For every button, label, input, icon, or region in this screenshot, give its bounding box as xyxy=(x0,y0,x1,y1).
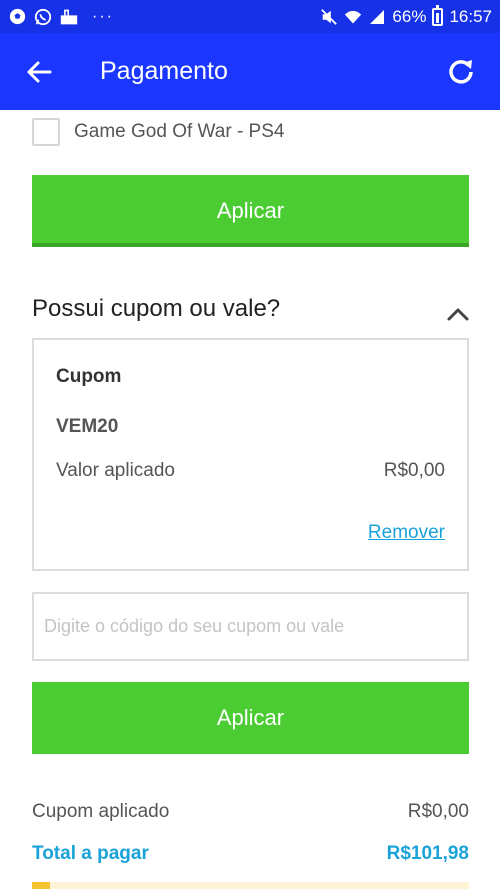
notice-banner-edge xyxy=(32,882,469,889)
arrow-left-icon xyxy=(27,61,52,83)
wifi-icon xyxy=(344,8,362,26)
apply-button[interactable]: Aplicar xyxy=(32,175,469,247)
collapse-button[interactable] xyxy=(446,305,470,323)
battery-percent: 66% xyxy=(392,6,427,26)
total-row: Total a pagar R$101,98 xyxy=(32,843,469,865)
remove-coupon-link[interactable]: Remover xyxy=(368,522,445,544)
more-dots-icon: ··· xyxy=(92,7,114,25)
total-value: R$101,98 xyxy=(386,843,469,864)
total-label: Total a pagar xyxy=(32,843,149,864)
app-bar: Pagamento xyxy=(0,33,500,110)
coupon-applied-value: R$0,00 xyxy=(407,801,469,822)
refresh-button[interactable] xyxy=(444,55,478,89)
whatsapp-icon xyxy=(34,8,52,26)
notification-icons: ··· xyxy=(8,8,114,26)
coupon-label: Cupom xyxy=(56,366,122,387)
battery-icon xyxy=(432,4,444,26)
applied-value-label: Valor aplicado xyxy=(56,460,176,481)
soccer-ball-icon xyxy=(8,8,26,26)
mute-icon xyxy=(320,8,338,26)
product-label: Game God Of War - PS4 xyxy=(74,121,285,142)
voicemail-icon xyxy=(60,8,78,26)
apply-coupon-button[interactable]: Aplicar xyxy=(32,682,469,754)
refresh-icon xyxy=(449,60,473,84)
applied-value: R$0,00 xyxy=(383,460,445,481)
product-option[interactable]: Game God Of War - PS4 xyxy=(32,118,284,146)
applied-coupon-card: Cupom VEM20 Valor aplicado R$0,00 Remove… xyxy=(32,338,469,571)
chevron-up-icon xyxy=(447,308,469,321)
back-button[interactable] xyxy=(24,57,54,87)
status-bar: ··· 66% 16:57 xyxy=(0,0,500,33)
coupon-code-input[interactable] xyxy=(32,592,469,661)
product-checkbox[interactable] xyxy=(32,118,60,146)
signal-icon xyxy=(368,8,386,26)
coupon-code: VEM20 xyxy=(56,416,119,437)
page-title: Pagamento xyxy=(100,57,228,85)
system-status: 66% 16:57 xyxy=(320,4,492,27)
clock: 16:57 xyxy=(449,6,492,26)
coupon-section-title: Possui cupom ou vale? xyxy=(32,295,281,322)
coupon-applied-row: Cupom aplicado R$0,00 xyxy=(32,801,469,823)
coupon-applied-label: Cupom aplicado xyxy=(32,801,170,822)
